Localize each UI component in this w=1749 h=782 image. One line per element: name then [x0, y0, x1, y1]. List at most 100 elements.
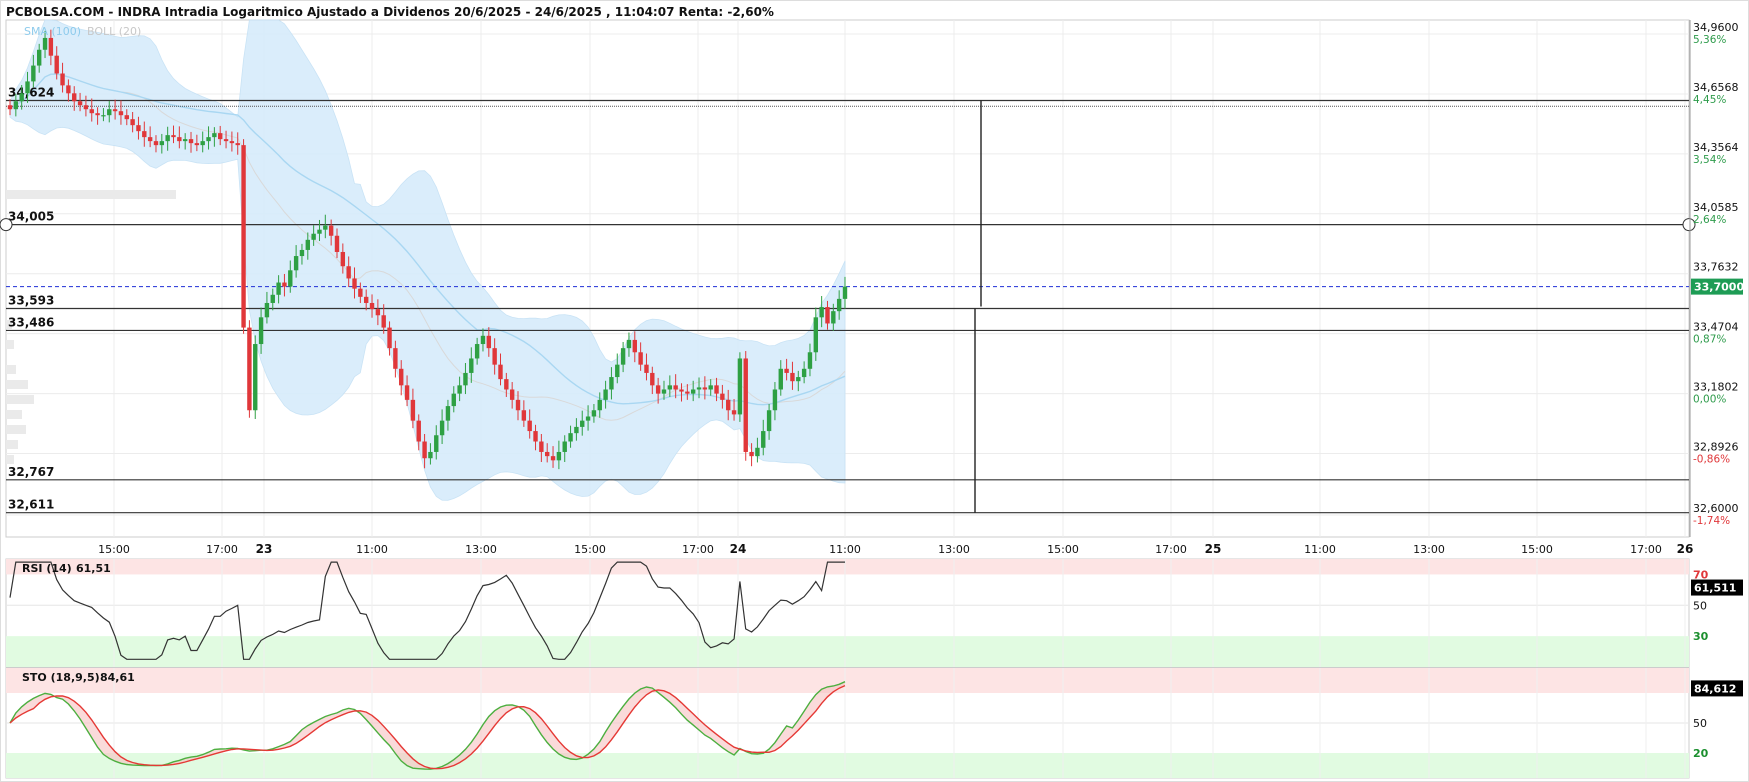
candle-body	[130, 119, 135, 126]
candle-body	[457, 385, 462, 394]
candle-body	[650, 372, 655, 386]
candle-body	[749, 451, 754, 457]
time-tick: 17:00	[1630, 543, 1662, 556]
candle-body	[206, 137, 211, 142]
candle-body	[831, 311, 836, 324]
candle-body	[825, 307, 830, 324]
candle-body	[772, 389, 778, 411]
candle-body	[247, 327, 252, 411]
candle-body	[562, 441, 567, 452]
time-tick: 11:00	[829, 543, 861, 556]
candle-body	[358, 288, 363, 297]
candle-body	[755, 447, 760, 457]
candle-body	[574, 426, 579, 434]
candle-body	[556, 451, 562, 461]
candle-body	[655, 385, 661, 394]
candle-body	[7, 105, 13, 110]
candle-body	[399, 368, 404, 386]
candle-body	[346, 266, 351, 279]
candle-body	[685, 391, 690, 394]
candle-body	[813, 317, 819, 353]
candle-body	[439, 420, 445, 436]
candle-body	[679, 389, 684, 392]
candle-body	[836, 298, 842, 312]
chart-title: PCBOLSA.COM - INDRA Intradia Logaritmico…	[6, 5, 774, 19]
candle-body	[445, 406, 451, 421]
candle-body	[171, 135, 176, 138]
candle-body	[708, 385, 713, 390]
candle-body	[118, 111, 124, 116]
candle-body	[527, 420, 532, 432]
legend-boll: BOLL (20)	[87, 25, 141, 38]
candle-body	[253, 344, 258, 411]
candle-body	[626, 339, 632, 349]
candle-body	[766, 410, 772, 432]
candle-body	[323, 225, 328, 230]
candle-body	[393, 348, 398, 369]
candle-body	[13, 101, 19, 110]
candle-body	[807, 352, 813, 369]
candle-body	[182, 139, 188, 142]
percent-tick: -0,86%	[1693, 454, 1730, 466]
level-label: 33,593	[8, 294, 54, 308]
percent-tick: 3,54%	[1693, 154, 1726, 166]
candle-body	[147, 137, 153, 142]
rsi-level: 50	[1693, 599, 1707, 612]
candle-body	[585, 416, 591, 421]
level-marker	[0, 218, 13, 232]
candle-body	[778, 368, 783, 390]
percent-tick: 4,45%	[1693, 94, 1726, 106]
candle-body	[726, 399, 731, 411]
candle-body	[311, 233, 316, 240]
candle-body	[136, 125, 141, 132]
candle-body	[451, 393, 456, 407]
candle-body	[218, 133, 223, 140]
candle-body	[363, 296, 369, 303]
candle-body	[743, 358, 748, 452]
rsi-panel: 70 50 30 61,511	[5, 558, 1743, 668]
candle-body	[25, 81, 30, 94]
candle-body	[305, 239, 310, 250]
candle-body	[463, 372, 468, 386]
volume-bar	[6, 190, 176, 199]
legend-sma: SMA (100)	[24, 25, 81, 38]
candle-body	[410, 399, 416, 421]
percent-tick: 0,00%	[1693, 394, 1726, 406]
candle-body	[264, 302, 270, 318]
candle-body	[620, 348, 626, 365]
candle-body	[293, 256, 299, 271]
candle-body	[696, 387, 702, 390]
sto-level: 50	[1693, 717, 1707, 730]
candle-body	[212, 133, 217, 138]
candle-body	[276, 282, 281, 295]
candle-body	[580, 420, 585, 427]
candle-body	[422, 441, 427, 459]
candle-body	[533, 431, 538, 442]
candle-body	[375, 309, 381, 316]
candle-body	[474, 344, 480, 359]
candle-body	[36, 49, 42, 66]
candle-body	[667, 385, 673, 390]
time-tick: 15:00	[1521, 543, 1553, 556]
candle-body	[796, 377, 801, 382]
candle-body	[591, 410, 597, 417]
candle-body	[387, 327, 392, 349]
price-tick: 33,4704	[1693, 321, 1739, 334]
chart-canvas[interactable]: PCBOLSA.COM - INDRA Intradia Logaritmico…	[0, 0, 1749, 782]
candle-body	[550, 456, 556, 461]
level-label: 33,486	[8, 315, 54, 329]
current-price-text: 33,7000	[1694, 281, 1744, 294]
candle-body	[194, 143, 200, 146]
candle-body	[661, 389, 667, 394]
candle-body	[714, 385, 719, 394]
sto-oversold-zone	[6, 753, 1689, 778]
price-tick: 32,8926	[1693, 441, 1739, 454]
candle-body	[142, 131, 147, 138]
candle-body	[434, 435, 439, 452]
candle-body	[428, 451, 433, 459]
candle-body	[83, 105, 89, 110]
candle-body	[545, 451, 550, 457]
candle-body	[60, 73, 65, 86]
candle-body	[690, 389, 696, 394]
candle-body	[299, 249, 305, 257]
